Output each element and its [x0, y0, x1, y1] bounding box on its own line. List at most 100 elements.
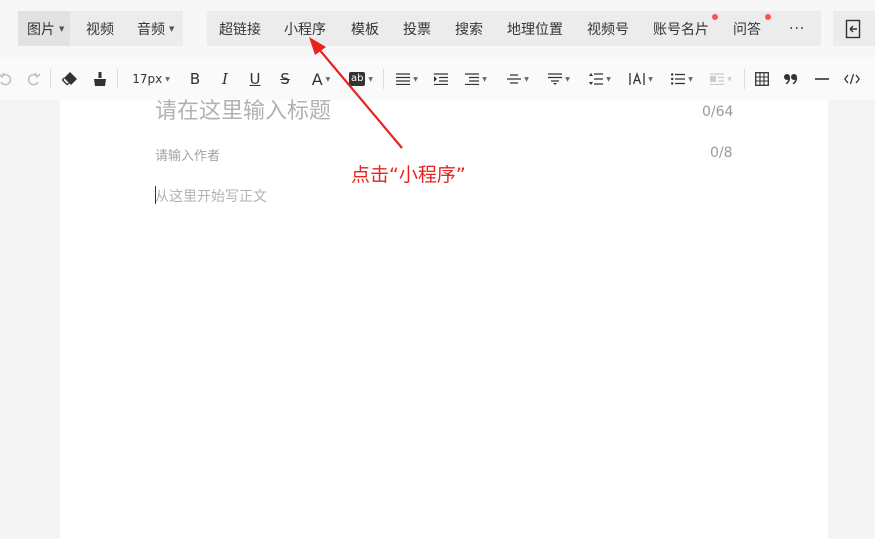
insert-qa-label: 问答	[733, 21, 761, 38]
chevron-down-icon: ▼	[482, 75, 487, 83]
table-icon	[755, 72, 769, 86]
insert-vote-label: 投票	[403, 21, 431, 38]
chevron-down-icon: ▼	[688, 75, 693, 83]
chevron-down-icon: ▼	[165, 75, 170, 83]
author-input[interactable]: 请输入作者	[155, 145, 220, 164]
title-input[interactable]: 请在这里输入标题	[155, 100, 331, 124]
underline-icon: U	[249, 70, 261, 88]
undo-icon	[0, 72, 12, 86]
vertical-align-button[interactable]: ▼	[504, 66, 532, 92]
insert-main-group: 超链接 小程序 模板 投票 搜索 地理位置 视频号 账号名片 问答 ···	[207, 11, 821, 46]
more-button[interactable]: ···	[789, 11, 805, 46]
paragraph-after-button[interactable]: ▼	[545, 66, 573, 92]
more-icon: ···	[789, 20, 806, 37]
paragraph-spacing-button[interactable]: ▼	[462, 66, 490, 92]
title-char-count: 0/64	[702, 104, 734, 120]
toolbar-divider	[383, 69, 384, 89]
chevron-down-icon: ▼	[59, 24, 65, 33]
line-spacing-icon	[465, 73, 480, 85]
code-button[interactable]	[842, 66, 862, 92]
new-badge-dot	[712, 14, 718, 20]
insert-audio-label: 音频	[137, 21, 165, 38]
insert-image-label: 图片	[27, 21, 55, 38]
format-brush-icon	[94, 72, 106, 86]
code-icon	[844, 73, 860, 85]
paragraph-spacing-icon	[548, 73, 563, 85]
float-layout-icon	[710, 73, 725, 85]
strikethrough-icon: S	[280, 70, 290, 88]
line-height-icon	[589, 73, 604, 85]
chevron-down-icon: ▼	[727, 75, 732, 83]
eraser-icon	[62, 72, 77, 86]
font-color-icon: A	[311, 69, 323, 89]
redo-button[interactable]	[25, 66, 43, 92]
bold-icon: B	[189, 70, 201, 88]
horizontal-rule-button[interactable]	[813, 66, 831, 92]
document-import-icon	[845, 19, 861, 38]
line-height-button[interactable]: ▼	[586, 66, 614, 92]
letter-spacing-icon	[629, 72, 645, 85]
bullet-list-icon	[671, 73, 686, 85]
chevron-down-icon: ▼	[169, 24, 175, 33]
annotation-label: 点击“小程序”	[351, 164, 466, 186]
underline-button[interactable]: U	[246, 66, 264, 92]
sidebar-toggle-button[interactable]	[833, 11, 875, 46]
insert-image-button[interactable]: 图片 ▼	[18, 11, 70, 46]
font-color-button[interactable]: A ▼	[307, 66, 335, 92]
strikethrough-button[interactable]: S	[276, 66, 294, 92]
author-char-count: 0/8	[710, 145, 733, 161]
insert-miniprogram-label: 小程序	[284, 21, 326, 38]
undo-button[interactable]	[0, 66, 14, 92]
text-cursor	[155, 186, 156, 204]
insert-audio-button[interactable]: 音频 ▼	[120, 11, 180, 46]
list-button[interactable]: ▼	[668, 66, 696, 92]
insert-account-card-label: 账号名片	[653, 21, 709, 38]
new-badge-dot	[765, 14, 771, 20]
letter-spacing-button[interactable]: ▼	[626, 66, 656, 92]
chevron-down-icon: ▼	[325, 75, 331, 83]
media-group: 图片 ▼ 视频 音频 ▼	[18, 11, 183, 46]
chevron-down-icon: ▼	[413, 75, 418, 83]
insert-channels-button[interactable]: 视频号	[587, 11, 629, 46]
insert-miniprogram-button[interactable]: 小程序	[284, 11, 326, 46]
align-button[interactable]: ▼	[393, 66, 421, 92]
indent-icon	[434, 73, 448, 85]
highlight-icon: ab	[348, 72, 366, 86]
quote-button[interactable]	[782, 66, 800, 92]
toolbar-divider	[50, 69, 51, 89]
format-painter-button[interactable]	[91, 66, 109, 92]
chevron-down-icon: ▼	[368, 75, 374, 83]
vertical-align-icon	[507, 74, 522, 84]
toolbar-divider	[117, 69, 118, 89]
insert-video-label: 视频	[86, 21, 114, 38]
format-toolbar: 17px ▼ B I U S A ▼ ab ▼ ▼ ▼ ▼ ▼ ▼ ▼ ▼ ▼	[0, 58, 875, 100]
insert-search-label: 搜索	[455, 21, 483, 38]
insert-hyperlink-button[interactable]: 超链接	[219, 11, 261, 46]
body-editor[interactable]: 从这里开始写正文	[155, 186, 267, 206]
clear-format-button[interactable]	[60, 66, 80, 92]
italic-icon: I	[222, 70, 228, 88]
chevron-down-icon: ▼	[606, 75, 611, 83]
quote-icon	[784, 74, 798, 84]
indent-button[interactable]	[432, 66, 450, 92]
insert-video-button[interactable]: 视频	[70, 11, 120, 46]
chevron-down-icon: ▼	[524, 75, 529, 83]
insert-location-button[interactable]: 地理位置	[507, 11, 563, 46]
insert-vote-button[interactable]: 投票	[403, 11, 431, 46]
float-button[interactable]: ▼	[707, 66, 735, 92]
insert-location-label: 地理位置	[507, 21, 563, 38]
insert-table-button[interactable]	[753, 66, 771, 92]
insert-account-card-button[interactable]: 账号名片	[653, 11, 718, 46]
chevron-down-icon: ▼	[648, 75, 653, 83]
bold-button[interactable]: B	[186, 66, 204, 92]
highlight-color-button[interactable]: ab ▼	[346, 66, 376, 92]
toolbar-divider	[744, 69, 745, 89]
insert-template-button[interactable]: 模板	[351, 11, 379, 46]
insert-qa-button[interactable]: 问答	[733, 11, 771, 46]
font-size-value: 17px	[132, 72, 163, 86]
insert-channels-label: 视频号	[587, 21, 629, 38]
insert-search-button[interactable]: 搜索	[455, 11, 483, 46]
font-size-select[interactable]: 17px ▼	[128, 66, 174, 92]
horizontal-rule-icon	[815, 78, 829, 80]
italic-button[interactable]: I	[216, 66, 234, 92]
